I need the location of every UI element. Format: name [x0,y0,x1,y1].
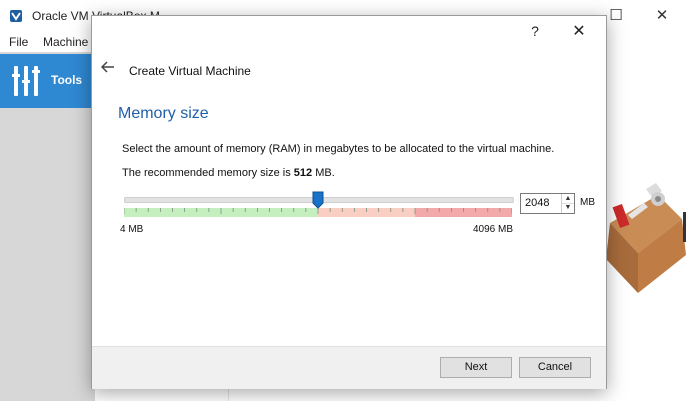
dialog-title: Create Virtual Machine [129,64,251,78]
next-button[interactable]: Next [440,357,512,378]
memory-unit-label: MB [580,197,595,208]
create-vm-dialog: ? ✕ Create Virtual Machine Memory size S… [91,15,607,389]
slider-max-label: 4096 MB [473,224,514,235]
tools-icon [12,66,40,96]
help-button[interactable]: ? [526,23,544,39]
back-arrow-icon[interactable] [101,61,115,73]
virtualbox-logo-icon [10,10,22,22]
sidebar-item-tools[interactable]: Tools [0,54,95,108]
recommended-memory-text: The recommended memory size is 512 MB. [122,167,335,179]
recommended-prefix: The recommended memory size is [122,167,294,179]
dialog-footer: Next Cancel [92,346,606,389]
toolbox-illustration-icon [606,183,686,293]
menu-machine[interactable]: Machine [43,35,88,49]
menu-file[interactable]: File [9,35,28,49]
main-close-button[interactable]: ✕ [652,6,672,26]
spin-down-icon[interactable]: ▼ [562,203,574,212]
slider-min-label: 4 MB [120,224,144,235]
cancel-button[interactable]: Cancel [519,357,591,378]
recommended-value: 512 [293,167,313,179]
spinbox-arrows: ▲ ▼ [561,194,574,213]
memory-spinbox-value[interactable]: 2048 [525,197,549,209]
page-title: Memory size [118,105,209,122]
memory-slider-handle[interactable] [312,191,324,209]
maximize-button[interactable]: ☐ [606,6,626,26]
dialog-close-button[interactable]: ✕ [570,21,588,41]
memory-spinbox[interactable]: 2048 ▲ ▼ [520,193,575,214]
recommended-suffix: MB. [312,167,335,179]
tools-label: Tools [51,73,83,87]
memory-description: Select the amount of memory (RAM) in meg… [122,143,555,155]
